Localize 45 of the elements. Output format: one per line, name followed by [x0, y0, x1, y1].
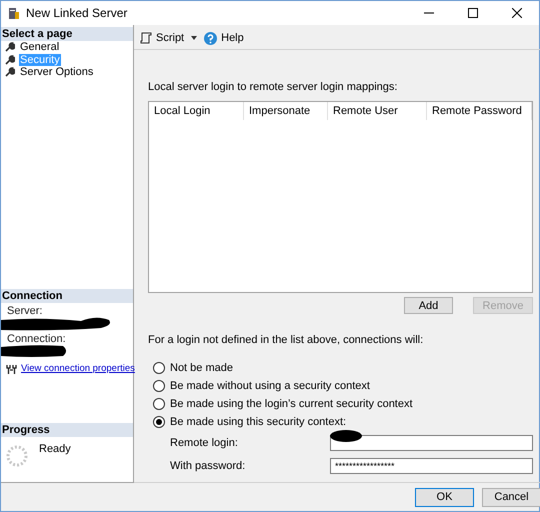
column-header[interactable]: Remote Password: [427, 102, 532, 120]
password-label: With password:: [170, 460, 246, 472]
view-connection-properties-link[interactable]: View connection properties: [21, 363, 135, 374]
remote-login-field[interactable]: [330, 434, 533, 450]
password-field[interactable]: *****************: [330, 458, 533, 474]
section-header: Select a page: [1, 27, 133, 41]
mappings-caption: Local server login to remote server login mappings:: [148, 81, 398, 93]
radio-label[interactable]: Not be made: [170, 362, 233, 374]
progress-status: Ready: [39, 443, 71, 457]
page-item[interactable]: Server Options: [19, 66, 94, 78]
radio-button[interactable]: [153, 380, 165, 392]
dialog-button[interactable]: OK: [415, 488, 474, 506]
wrench-icon: [5, 42, 15, 52]
connection-label: Connection:: [6, 333, 67, 345]
column-header[interactable]: Impersonate: [244, 102, 328, 120]
radio-button[interactable]: [153, 362, 165, 374]
radio-button[interactable]: [153, 416, 165, 428]
dialog-button[interactable]: Cancel: [482, 488, 540, 506]
connection-icon: [6, 364, 17, 374]
help-button[interactable]: Help: [221, 32, 244, 44]
spinner-icon: [5, 443, 29, 467]
maximize-icon[interactable]: [468, 8, 478, 18]
column-header[interactable]: Local Login: [149, 102, 244, 120]
fallback-caption: For a login not defined in the list above, connections will:: [148, 334, 424, 346]
redaction-mark: [1, 345, 69, 357]
help-icon: [204, 32, 218, 44]
radio-label[interactable]: Be made without using a security context: [170, 380, 370, 392]
script-button[interactable]: Script: [156, 32, 184, 44]
radio-label[interactable]: Be made using this security context:: [170, 416, 346, 428]
wrench-icon: [5, 54, 15, 65]
mapping-button[interactable]: Add: [404, 297, 453, 314]
radio-label[interactable]: Be made using the login’s current security context: [170, 398, 413, 410]
server-icon: [7, 6, 20, 20]
window-title: New Linked Server: [26, 6, 128, 20]
server-label: Server:: [6, 305, 44, 317]
column-header[interactable]: Remote User: [328, 102, 427, 120]
page-item[interactable]: General: [19, 41, 60, 54]
radio-button[interactable]: [153, 398, 165, 410]
remote-login-label: Remote login:: [170, 436, 239, 448]
section-header: Progress: [1, 423, 133, 437]
script-icon: [140, 32, 152, 44]
section-header: Connection: [1, 289, 133, 303]
wrench-icon: [5, 67, 15, 78]
redaction-mark: [330, 430, 362, 442]
close-icon[interactable]: [512, 8, 522, 18]
